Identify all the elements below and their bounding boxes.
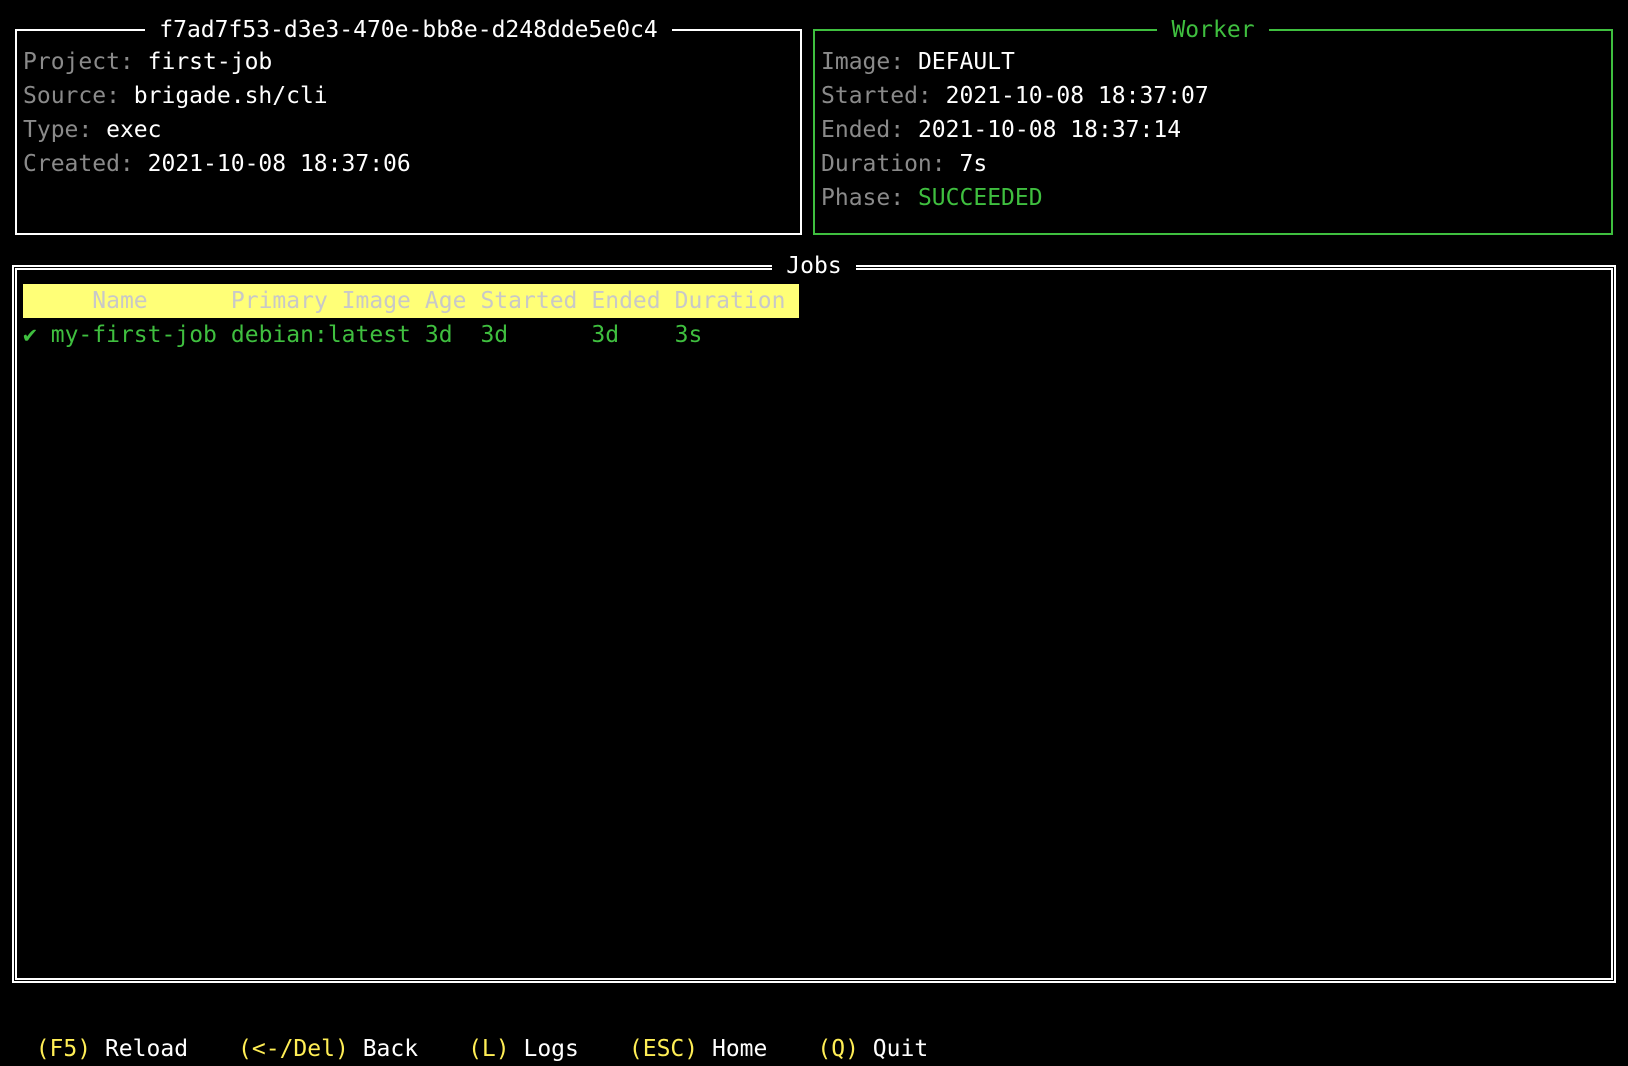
source-row: Source: brigade.sh/cli (23, 79, 411, 113)
worker-image-row: Image: DEFAULT (821, 45, 1209, 79)
home-action: Home (711, 1036, 768, 1062)
worker-image-value: DEFAULT (917, 49, 1015, 75)
worker-panel: Worker Image: DEFAULT Started: 2021-10-0… (813, 17, 1613, 235)
project-value: first-job (147, 49, 273, 75)
created-label: Created: (23, 151, 134, 177)
quit-key: (Q) (817, 1036, 859, 1062)
project-row: Project: first-job (23, 45, 411, 79)
jobs-table: Name Primary Image Age Started Ended Dur… (23, 284, 800, 352)
col-header-primary-image[interactable]: Primary Image (231, 284, 425, 318)
worker-started-label: Started: (821, 83, 932, 109)
job-name: my-first-job (50, 322, 217, 348)
col-header-started[interactable]: Started (480, 284, 591, 318)
col-header-ended[interactable]: Ended (591, 284, 674, 318)
back-key: (<-/Del) (238, 1036, 349, 1062)
table-row[interactable]: ✔ my-first-job debian:latest 3d 3d 3d 3s (23, 318, 799, 352)
job-image: debian:latest (230, 322, 411, 348)
worker-title: Worker (1157, 17, 1269, 43)
back-shortcut[interactable]: (<-/Del) Back (238, 1036, 418, 1062)
build-id-title: f7ad7f53-d3e3-470e-bb8e-d248dde5e0c4 (145, 17, 672, 43)
jobs-table-header: Name Primary Image Age Started Ended Dur… (23, 284, 800, 318)
job-name-cell: ✔ my-first-job (23, 318, 231, 352)
type-value: exec (106, 117, 162, 143)
type-row: Type: exec (23, 113, 411, 147)
job-duration: 3s (674, 322, 703, 348)
worker-ended-value: 2021-10-08 18:37:14 (917, 117, 1182, 143)
worker-duration-label: Duration: (821, 151, 946, 177)
home-shortcut[interactable]: (ESC) Home (629, 1036, 768, 1062)
reload-key: (F5) (35, 1036, 92, 1062)
project-label: Project: (23, 49, 134, 75)
job-ended: 3d (591, 322, 620, 348)
created-value: 2021-10-08 18:37:06 (147, 151, 411, 177)
worker-duration-row: Duration: 7s (821, 147, 1209, 181)
build-fields: Project: first-job Source: brigade.sh/cl… (23, 45, 411, 181)
worker-phase-status: SUCCEEDED (917, 185, 1043, 211)
build-info-panel: f7ad7f53-d3e3-470e-bb8e-d248dde5e0c4 Pro… (15, 17, 802, 235)
keybinding-footer: (F5) Reload (<-/Del) Back (L) Logs (ESC) Ho… (8, 998, 978, 1062)
home-key: (ESC) (628, 1036, 699, 1062)
worker-phase-label: Phase: (821, 185, 905, 211)
worker-fields: Image: DEFAULT Started: 2021-10-08 18:37… (821, 45, 1209, 215)
logs-shortcut[interactable]: (L) Logs (468, 1036, 579, 1062)
job-started: 3d (480, 322, 509, 348)
jobs-panel: Jobs Name Primary Image Age Started Ende… (12, 253, 1616, 983)
quit-shortcut[interactable]: (Q) Quit (817, 1036, 928, 1062)
reload-action: Reload (104, 1036, 189, 1062)
worker-ended-label: Ended: (821, 117, 905, 143)
worker-image-label: Image: (821, 49, 905, 75)
col-header-duration[interactable]: Duration (675, 284, 800, 318)
worker-ended-row: Ended: 2021-10-08 18:37:14 (821, 113, 1209, 147)
quit-action: Quit (872, 1036, 929, 1062)
job-age: 3d (424, 322, 453, 348)
jobs-title: Jobs (772, 253, 856, 279)
created-row: Created: 2021-10-08 18:37:06 (23, 147, 411, 181)
col-header-age[interactable]: Age (425, 284, 481, 318)
worker-phase-row: Phase: SUCCEEDED (821, 181, 1209, 215)
logs-key: (L) (468, 1036, 510, 1062)
worker-duration-value: 7s (959, 151, 988, 177)
worker-started-value: 2021-10-08 18:37:07 (945, 83, 1209, 109)
logs-action: Logs (523, 1036, 579, 1062)
back-action: Back (362, 1036, 419, 1062)
source-label: Source: (23, 83, 120, 109)
col-header-name[interactable]: Name (23, 284, 231, 318)
type-label: Type: (23, 117, 93, 143)
worker-started-row: Started: 2021-10-08 18:37:07 (821, 79, 1209, 113)
check-icon: ✔ (23, 322, 37, 348)
source-value: brigade.sh/cli (133, 83, 328, 109)
reload-shortcut[interactable]: (F5) Reload (36, 1036, 188, 1062)
